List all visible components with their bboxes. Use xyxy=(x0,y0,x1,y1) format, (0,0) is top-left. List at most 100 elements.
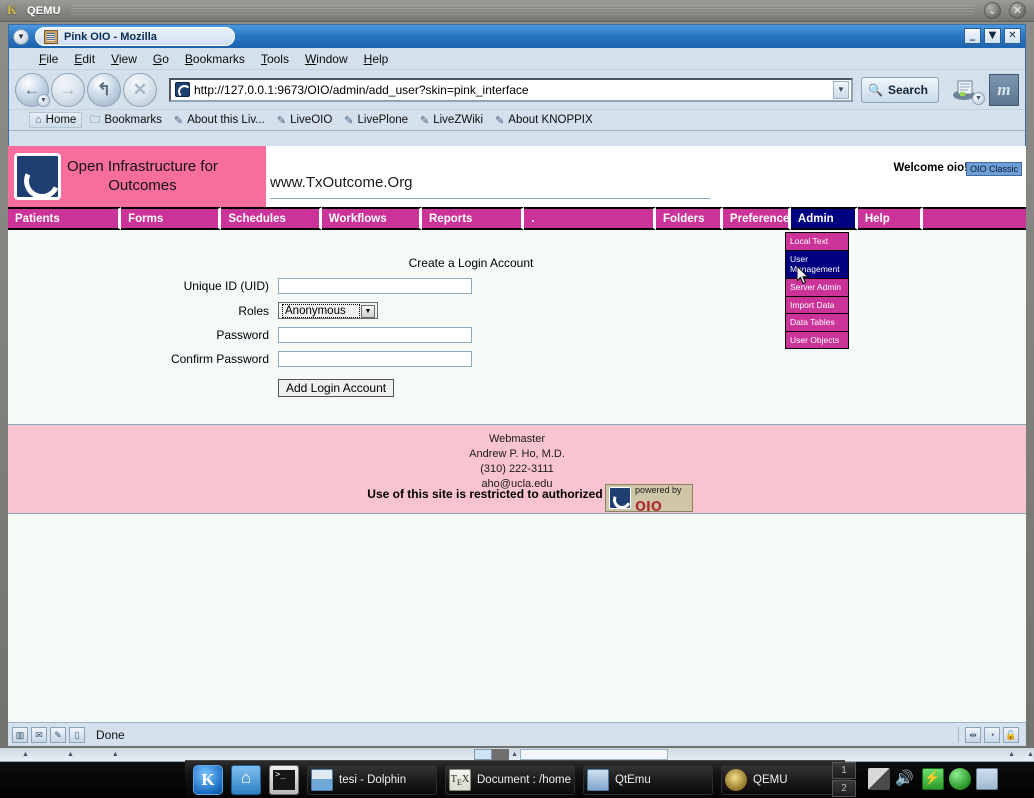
page-icon[interactable]: ▥ xyxy=(12,726,28,743)
forward-button[interactable]: → xyxy=(51,72,85,107)
stop-button[interactable]: ✕ xyxy=(123,72,157,107)
nav-tab-reports-label: Reports xyxy=(429,212,473,225)
nav-tab-patients[interactable]: Patients xyxy=(8,207,122,230)
addressbook-icon[interactable]: ▯ xyxy=(69,726,85,743)
admin-menu-item-user-objects[interactable]: User Objects xyxy=(786,332,848,349)
menu-window[interactable]: Window xyxy=(297,50,356,68)
pager-desktop-1[interactable]: 1 xyxy=(832,762,856,779)
chevron-down-icon[interactable]: ▼ xyxy=(361,305,375,318)
url-history-dropdown-icon[interactable]: ▼ xyxy=(833,80,850,99)
label-password: Password xyxy=(216,328,269,342)
qemu-outer-window: QEMU ⌄ ✕ ▼ Pink OIO - Mozilla _ ▼ ✕ File… xyxy=(0,0,1034,798)
bookmark-liveoio[interactable]: ✎ LiveOIO xyxy=(272,113,337,128)
menu-go[interactable]: Go xyxy=(145,50,177,68)
qemu-shade-button[interactable]: ⌄ xyxy=(984,2,1001,19)
battery-icon[interactable] xyxy=(922,768,944,790)
nav-tab-dot-label: . xyxy=(531,212,535,225)
nav-tab-reports[interactable]: Reports xyxy=(422,207,525,230)
menu-bookmarks[interactable]: Bookmarks xyxy=(177,50,253,68)
nav-tab-help[interactable]: Help xyxy=(857,207,923,230)
nav-tab-workflows[interactable]: Workflows xyxy=(321,207,422,230)
admin-menu-item-import-data[interactable]: Import Data xyxy=(786,297,848,315)
bookmark-bookmarks[interactable]: 🗀 Bookmarks xyxy=(84,110,167,131)
site-footer: Webmaster Andrew P. Ho, M.D. (310) 222-3… xyxy=(8,424,1026,514)
kde-menu-launcher[interactable]: K xyxy=(193,764,223,795)
skin-badge[interactable]: OIO Classic xyxy=(965,162,1022,176)
bookmark-about-this-live[interactable]: ✎ About this Liv... xyxy=(169,113,270,128)
bookmark-liveplone[interactable]: ✎ LivePlone xyxy=(339,113,413,128)
browser-close-button[interactable]: ✕ xyxy=(1004,28,1021,44)
display-icon[interactable] xyxy=(976,768,998,790)
nav-tab-admin[interactable]: Admin xyxy=(790,207,858,230)
back-history-dropdown-icon[interactable]: ▼ xyxy=(37,93,50,107)
menu-view[interactable]: View xyxy=(103,50,145,68)
nav-tab-folders[interactable]: Folders xyxy=(655,207,723,230)
admin-menu-item-local-text[interactable]: Local Text xyxy=(786,233,848,251)
nav-tab-forms[interactable]: Forms xyxy=(121,207,222,230)
scrollbar-thumb[interactable] xyxy=(473,749,493,760)
menu-tools[interactable]: Tools xyxy=(253,50,297,68)
menu-help[interactable]: Help xyxy=(356,50,397,68)
bookmark-about-knoppix[interactable]: ✎ About KNOPPIX xyxy=(490,113,598,128)
powered-by-oio-badge[interactable]: powered by OIO xyxy=(605,484,693,514)
powered-by-label: powered by xyxy=(635,485,682,495)
scrollbar-track[interactable] xyxy=(492,749,510,760)
roles-select[interactable]: Anonymous ▼ xyxy=(278,302,378,319)
admin-menu-item-data-tables[interactable]: Data Tables xyxy=(786,314,848,332)
brand-line-1: Open Infrastructure for xyxy=(67,157,218,175)
cookie-icon[interactable]: ◔ xyxy=(984,726,1000,743)
qemu-titlebar[interactable]: QEMU ⌄ ✕ xyxy=(0,0,1034,22)
nav-tab-help-label: Help xyxy=(864,212,890,225)
scroll-up-arrow-icon: ▲ xyxy=(1008,751,1016,758)
site-brand[interactable]: Open Infrastructure for Outcomes xyxy=(8,146,266,207)
browser-titlebar[interactable]: ▼ Pink OIO - Mozilla _ ▼ ✕ xyxy=(9,25,1025,48)
security-lock-icon[interactable]: 🔓 xyxy=(1003,726,1019,743)
nav-tab-patients-label: Patients xyxy=(15,212,60,225)
menu-file[interactable]: File xyxy=(31,50,66,68)
add-login-account-button[interactable]: Add Login Account xyxy=(278,379,395,397)
globe-icon[interactable] xyxy=(949,768,971,790)
add-user-form: Create a Login Account Unique ID (UID) R… xyxy=(8,230,1026,424)
browser-window-tab[interactable]: Pink OIO - Mozilla xyxy=(35,27,235,46)
bookmark-tag-icon: ✎ xyxy=(173,114,184,127)
admin-menu-item-server-admin[interactable]: Server Admin xyxy=(786,279,848,297)
scrollbar-trough[interactable] xyxy=(520,749,669,760)
print-button[interactable]: ▼ xyxy=(949,73,985,107)
bookmark-home[interactable]: ⌂ Home xyxy=(29,112,83,128)
scroll-up-arrow-icon: ▲ xyxy=(66,751,74,758)
menu-edit[interactable]: Edit xyxy=(66,50,103,68)
back-button[interactable]: ← ▼ xyxy=(15,72,50,107)
network-icon[interactable] xyxy=(868,768,890,790)
nav-tab-dot[interactable]: . xyxy=(524,207,656,230)
scroll-up-arrow-icon: ▲ xyxy=(22,751,29,758)
bookmark-livezwiki[interactable]: ✎ LiveZWiki xyxy=(415,113,488,128)
home-folder-launcher[interactable] xyxy=(231,764,261,795)
task-button-document[interactable]: TEX Document : /home xyxy=(445,764,575,795)
browser-minimize-button[interactable]: _ xyxy=(964,28,981,44)
password-input[interactable] xyxy=(278,327,472,343)
reload-button[interactable]: ↰ xyxy=(87,72,121,107)
task-button-qtemu[interactable]: QtEmu xyxy=(583,764,713,795)
browser-maximize-button[interactable]: ▼ xyxy=(984,28,1001,44)
confirm-password-input[interactable] xyxy=(278,351,472,367)
nav-tab-forms-label: Forms xyxy=(128,212,164,225)
nav-tab-schedules[interactable]: Schedules xyxy=(221,207,322,230)
terminal-launcher[interactable] xyxy=(269,764,299,795)
nav-tab-preferences[interactable]: Preferences xyxy=(722,207,796,230)
admin-menu-item-user-management[interactable]: User Management xyxy=(786,250,848,279)
window-menu-button[interactable]: ▼ xyxy=(13,28,29,45)
form-title: Create a Login Account xyxy=(408,256,534,270)
task-button-dolphin[interactable]: tesi - Dolphin xyxy=(307,764,437,795)
url-bar[interactable]: http://127.0.0.1:9673/OIO/admin/add_user… xyxy=(169,77,854,102)
compose-icon[interactable]: ✎ xyxy=(50,726,66,743)
unique-id-input[interactable] xyxy=(278,278,472,294)
mail-icon[interactable]: ✉ xyxy=(31,726,47,743)
volume-icon[interactable] xyxy=(895,768,917,790)
pager-desktop-2[interactable]: 2 xyxy=(832,780,856,797)
search-button[interactable]: 🔍 Search xyxy=(861,76,939,103)
mozilla-logo-button[interactable]: m xyxy=(989,73,1019,106)
bookmark-tag-icon: ✎ xyxy=(276,114,287,127)
connection-icon[interactable]: ⇹ xyxy=(965,726,981,743)
qemu-close-button[interactable]: ✕ xyxy=(1009,2,1026,19)
print-dropdown-icon[interactable]: ▼ xyxy=(972,91,985,105)
